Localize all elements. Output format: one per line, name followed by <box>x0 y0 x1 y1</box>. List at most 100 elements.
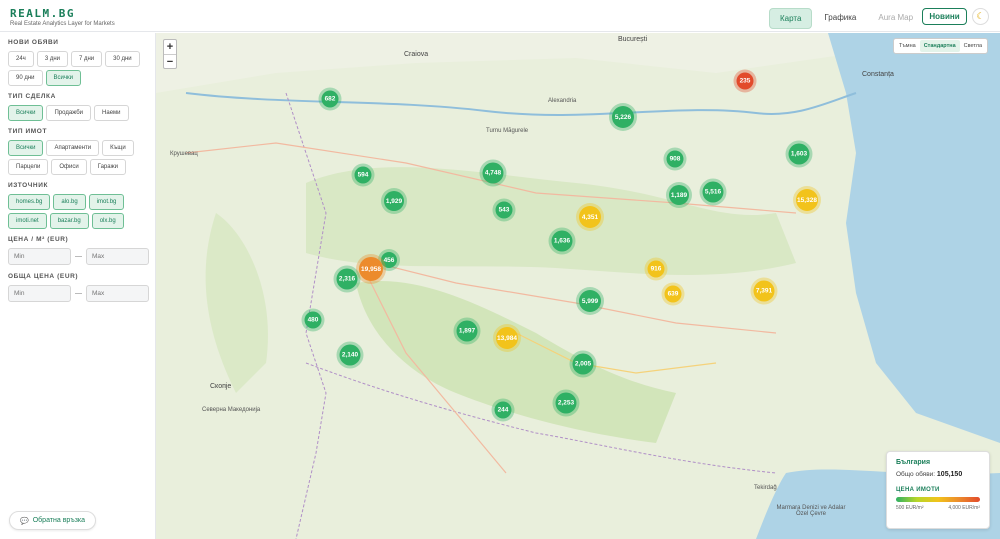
chip-24h[interactable]: 24ч <box>8 51 34 67</box>
top-bar: REALM.BG Real Estate Analytics Layer for… <box>0 0 1000 32</box>
legend-range-max: 4,000 EUR/m² <box>948 505 980 511</box>
price-per-m2-max-input[interactable] <box>86 248 149 265</box>
style-standard-button[interactable]: Стандартна <box>919 40 960 52</box>
cluster-marker[interactable]: 480 <box>304 311 322 329</box>
style-dark-button[interactable]: Тъмна <box>895 40 920 52</box>
cluster-marker[interactable]: 456 <box>381 252 397 268</box>
zoom-in-button[interactable]: + <box>164 40 176 54</box>
cluster-marker[interactable]: 235 <box>736 72 754 90</box>
legend-total-label: Общо обяви: <box>896 471 936 478</box>
brand[interactable]: REALM.BG Real Estate Analytics Layer for… <box>10 7 115 27</box>
map-label-marmara: Marmara Denizi ve Adalar Özel Çevre <box>776 505 846 517</box>
source-chips: homes.bg alo.bg imot.bg imoti.net bazar.… <box>8 194 147 229</box>
tab-charts[interactable]: Графика <box>814 8 866 29</box>
legend-price-title: ЦЕНА ИМОТИ <box>896 487 940 493</box>
theme-toggle-button[interactable]: ☾ <box>972 8 989 25</box>
cluster-marker[interactable]: 5,999 <box>579 290 601 312</box>
feedback-label: Обратна връзка <box>32 517 86 524</box>
chip-source-olx-bg[interactable]: olx.bg <box>91 213 124 229</box>
cluster-marker[interactable]: 1,189 <box>669 185 689 205</box>
cluster-marker[interactable]: 5,226 <box>612 106 634 128</box>
new-listings-chips: 24ч 3 дни 7 дни 30 дни 90 дни Всички <box>8 51 147 86</box>
chip-deal-rentals[interactable]: Наеми <box>94 105 129 121</box>
map-label-bucharest: București <box>618 36 648 43</box>
cluster-marker[interactable]: 2,140 <box>339 344 361 366</box>
chip-source-homes-bg[interactable]: homes.bg <box>8 194 51 210</box>
range-dash: — <box>75 290 82 297</box>
cluster-marker[interactable]: 4,351 <box>579 206 601 228</box>
feedback-button[interactable]: 💬 Обратна връзка <box>9 511 97 530</box>
cluster-marker[interactable]: 244 <box>494 401 512 419</box>
moon-icon: ☾ <box>976 11 985 21</box>
cluster-marker[interactable]: 916 <box>647 260 665 278</box>
cluster-marker[interactable]: 1,897 <box>456 320 478 342</box>
cluster-marker[interactable]: 19,958 <box>359 257 383 281</box>
price-per-m2-min-input[interactable] <box>8 248 71 265</box>
filter-sidebar: НОВИ ОБЯВИ 24ч 3 дни 7 дни 30 дни 90 дни… <box>0 33 156 539</box>
tab-aura-map[interactable]: Aura Map <box>868 8 923 29</box>
chip-deal-all[interactable]: Всички <box>8 105 44 121</box>
total-price-range: — <box>8 285 149 302</box>
chip-all-listings[interactable]: Всички <box>45 70 81 86</box>
chip-source-bazar-bg[interactable]: bazar.bg <box>49 213 89 229</box>
cluster-marker[interactable]: 594 <box>354 166 372 184</box>
cluster-marker[interactable]: 7,391 <box>753 280 775 302</box>
cluster-marker[interactable]: 639 <box>664 285 682 303</box>
style-light-button[interactable]: Светла <box>960 40 986 52</box>
chip-source-alo-bg[interactable]: alo.bg <box>53 194 86 210</box>
chip-garages[interactable]: Гаражи <box>89 159 126 175</box>
section-title-source: ИЗТОЧНИК <box>8 182 49 189</box>
cluster-marker[interactable]: 1,636 <box>551 230 573 252</box>
chip-source-imot-bg[interactable]: imot.bg <box>88 194 125 210</box>
legend-range-min: 500 EUR/m² <box>896 505 924 511</box>
total-price-min-input[interactable] <box>8 285 71 302</box>
chip-offices[interactable]: Офиси <box>51 159 87 175</box>
section-title-new-listings: НОВИ ОБЯВИ <box>8 39 59 46</box>
cluster-marker[interactable]: 2,316 <box>336 268 358 290</box>
zoom-control: + − <box>163 39 177 69</box>
total-price-max-input[interactable] <box>86 285 149 302</box>
deal-type-chips: Всички Продажби Наеми <box>8 105 147 121</box>
chip-property-all[interactable]: Всички <box>8 140 44 156</box>
range-dash: — <box>75 253 82 260</box>
cluster-marker[interactable]: 2,005 <box>572 353 594 375</box>
price-per-m2-range: — <box>8 248 149 265</box>
cluster-marker[interactable]: 1,929 <box>384 191 404 211</box>
chip-source-imoti-net[interactable]: imoti.net <box>8 213 47 229</box>
property-type-chips: Всички Апартаменти Къщи Парцели Офиси Га… <box>8 140 147 175</box>
map-label-tekirdag: Tekirdağ <box>754 485 777 491</box>
chip-90-days[interactable]: 90 дни <box>8 70 43 86</box>
chip-apartments[interactable]: Апартаменти <box>46 140 100 156</box>
cluster-marker[interactable]: 543 <box>495 201 513 219</box>
map-label-north-macedonia: Северна Македонија <box>202 407 261 413</box>
chip-3-days[interactable]: 3 дни <box>36 51 68 67</box>
chip-deal-sales[interactable]: Продажби <box>46 105 92 121</box>
cluster-marker[interactable]: 908 <box>666 150 684 168</box>
chip-30-days[interactable]: 30 дни <box>105 51 140 67</box>
chip-plots[interactable]: Парцели <box>8 159 49 175</box>
chip-7-days[interactable]: 7 дни <box>70 51 103 67</box>
map-style-switcher: Тъмна Стандартна Светла <box>893 38 989 54</box>
view-tabs: Карта Графика Aura Map <box>769 8 923 29</box>
cluster-marker[interactable]: 682 <box>321 90 339 108</box>
map-label-skopje: Скопје <box>210 383 232 390</box>
chip-houses[interactable]: Къщи <box>102 140 134 156</box>
map-label-turnu-magurele: Turnu Măgurele <box>486 128 529 134</box>
cluster-marker[interactable]: 1,603 <box>788 143 810 165</box>
section-title-deal-type: ТИП СДЕЛКА <box>8 93 56 100</box>
tab-map[interactable]: Карта <box>769 8 813 29</box>
map-canvas[interactable]: + − Тъмна Стандартна Светла Craiova Bucu… <box>156 33 1000 539</box>
cluster-marker[interactable]: 2,253 <box>555 392 577 414</box>
brand-title: REALM.BG <box>10 7 75 20</box>
legend-total: Общо обяви: 105,150 <box>896 471 980 478</box>
cluster-marker[interactable]: 4,748 <box>482 162 504 184</box>
news-button[interactable]: Новини <box>922 8 967 25</box>
zoom-out-button[interactable]: − <box>164 54 176 68</box>
cluster-marker[interactable]: 5,516 <box>702 181 724 203</box>
chat-icon: 💬 <box>20 517 29 525</box>
section-title-total-price: ОБЩА ЦЕНА (EUR) <box>8 273 79 280</box>
legend-total-value: 105,150 <box>936 471 963 478</box>
cluster-marker[interactable]: 13,984 <box>496 327 518 349</box>
section-title-property-type: ТИП ИМОТ <box>8 128 48 135</box>
cluster-marker[interactable]: 15,328 <box>796 189 818 211</box>
